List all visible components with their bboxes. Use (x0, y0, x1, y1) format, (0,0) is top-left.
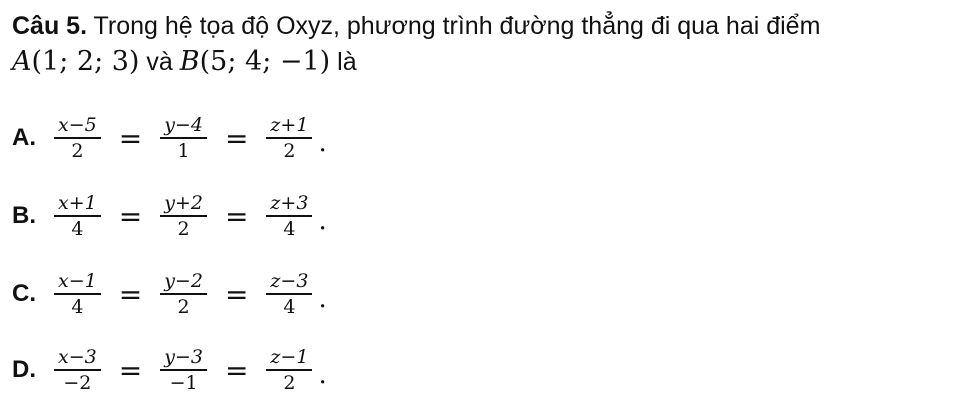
option-c-fraction-x: x−1 4 (54, 269, 101, 319)
point-b: B(5; 4; −1) (180, 46, 330, 77)
option-b-x-denominator: 4 (71, 218, 84, 240)
option-d-fraction-x: x−3 −2 (54, 345, 101, 395)
equals-sign: = (224, 199, 249, 233)
question-ending: là (337, 48, 357, 76)
option-a-x-denominator: 2 (71, 140, 84, 162)
equals-sign: = (118, 199, 143, 233)
option-a-z-numerator: z+1 (270, 114, 309, 136)
period: . (318, 128, 327, 158)
option-c-y-numerator: y−2 (164, 270, 203, 292)
option-a-fraction-x: x−5 2 (54, 113, 101, 163)
option-c-z-denominator: 4 (283, 296, 296, 318)
option-c-label: C. (12, 280, 36, 307)
option-c-y-denominator: 2 (177, 296, 190, 318)
option-d-y-numerator: y−3 (164, 346, 203, 368)
option-b-y-numerator: y+2 (164, 192, 203, 214)
option-d-x-denominator: −2 (63, 372, 92, 394)
option-c-x-denominator: 4 (71, 296, 84, 318)
point-a-name: A (12, 46, 32, 77)
option-a-fraction-z: z+1 2 (266, 113, 313, 163)
option-d-fraction-y: y−3 −1 (160, 345, 207, 395)
option-d-fraction-z: z−1 2 (266, 345, 313, 395)
option-b-fraction-z: z+3 4 (266, 191, 313, 241)
option-d[interactable]: D. x−3 −2 = y−3 −1 = z−1 2 . (12, 338, 952, 402)
option-d-z-numerator: z−1 (270, 346, 309, 368)
equals-sign: = (118, 353, 143, 387)
option-b-label: B. (12, 202, 36, 229)
option-c[interactable]: C. x−1 4 = y−2 2 = z−3 4 . (12, 262, 952, 326)
point-b-coords: (5; 4; −1) (199, 46, 331, 77)
point-b-name: B (179, 46, 200, 77)
option-d-label: D. (12, 356, 36, 383)
option-a-z-denominator: 2 (283, 140, 296, 162)
point-a: A(1; 2; 3) (12, 46, 139, 77)
question-stem: Câu 5. Trong hệ tọa độ Oxyz, phương trìn… (12, 8, 958, 80)
option-b-z-denominator: 4 (283, 218, 296, 240)
option-b-z-numerator: z+3 (270, 192, 309, 214)
equals-sign: = (224, 121, 249, 155)
point-a-coords: (1; 2; 3) (31, 46, 140, 77)
option-b-fraction-y: y+2 2 (160, 191, 207, 241)
option-a-x-numerator: x−5 (58, 114, 97, 136)
equals-sign: = (224, 277, 249, 311)
option-a-fraction-y: y−4 1 (160, 113, 207, 163)
question-label: Câu 5. (12, 12, 88, 40)
option-b-fraction-x: x+1 4 (54, 191, 101, 241)
period: . (318, 360, 327, 390)
equals-sign: = (118, 277, 143, 311)
equals-sign: = (224, 353, 249, 387)
option-b-y-denominator: 2 (177, 218, 190, 240)
option-a-y-denominator: 1 (177, 140, 190, 162)
question-connector: và (146, 48, 173, 76)
option-c-x-numerator: x−1 (58, 270, 97, 292)
option-a-label: A. (12, 124, 36, 151)
option-b[interactable]: B. x+1 4 = y+2 2 = z+3 4 . (12, 184, 952, 248)
period: . (318, 284, 327, 314)
option-b-x-numerator: x+1 (58, 192, 97, 214)
option-d-x-numerator: x−3 (58, 346, 97, 368)
equals-sign: = (118, 121, 143, 155)
option-a[interactable]: A. x−5 2 = y−4 1 = z+1 2 . (12, 106, 952, 170)
question-text: Trong hệ tọa độ Oxyz, phương trình đường… (93, 12, 821, 40)
option-a-y-numerator: y−4 (164, 114, 203, 136)
option-c-fraction-z: z−3 4 (266, 269, 313, 319)
period: . (318, 206, 327, 236)
option-d-z-denominator: 2 (283, 372, 296, 394)
option-d-y-denominator: −1 (169, 372, 198, 394)
option-c-z-numerator: z−3 (270, 270, 309, 292)
option-c-fraction-y: y−2 2 (160, 269, 207, 319)
